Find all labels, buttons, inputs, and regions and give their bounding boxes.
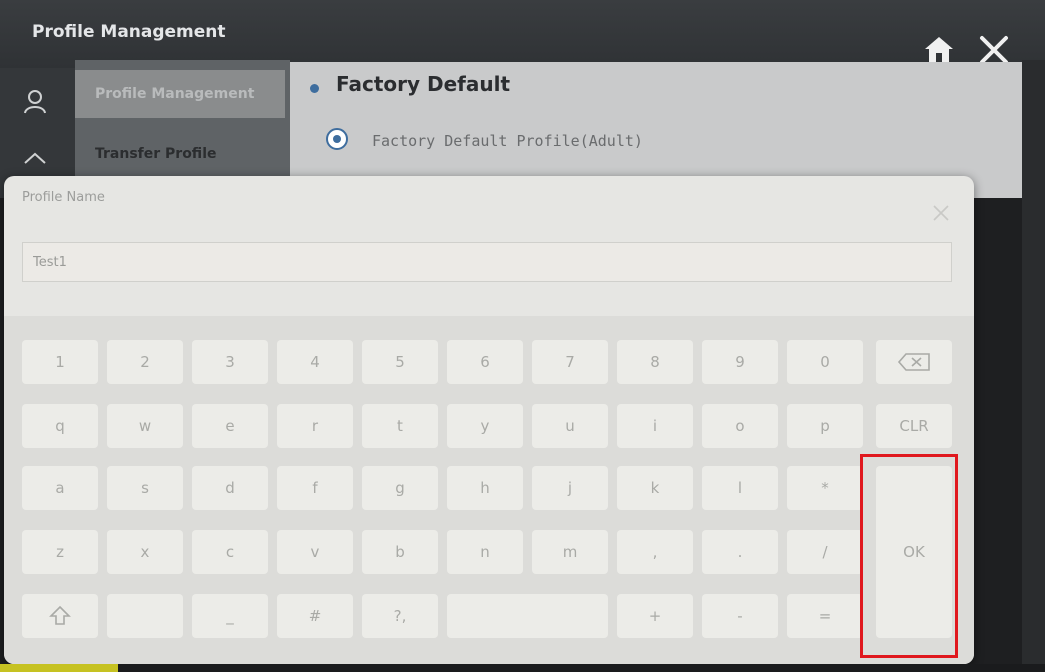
corner-accent: [0, 664, 118, 672]
home-icon[interactable]: [922, 34, 956, 64]
key-m[interactable]: m: [532, 530, 608, 574]
backspace-icon: [897, 353, 930, 371]
key-o[interactable]: o: [702, 404, 778, 448]
key-underscore[interactable]: _: [192, 594, 268, 638]
key-a[interactable]: a: [22, 466, 98, 510]
shift-icon: [49, 605, 71, 625]
factory-default-option-label[interactable]: Factory Default Profile(Adult): [372, 132, 643, 150]
key-asterisk[interactable]: *: [787, 466, 863, 510]
key-z[interactable]: z: [22, 530, 98, 574]
dialog-title: Profile Name: [22, 190, 105, 205]
key-y[interactable]: y: [447, 404, 523, 448]
key-p[interactable]: p: [787, 404, 863, 448]
section-title: Factory Default: [336, 72, 511, 96]
backspace-key[interactable]: [876, 340, 952, 384]
app-header: Profile Management: [0, 0, 1045, 68]
key-x[interactable]: x: [107, 530, 183, 574]
key-g[interactable]: g: [362, 466, 438, 510]
key-3[interactable]: 3: [192, 340, 268, 384]
key-6[interactable]: 6: [447, 340, 523, 384]
key-l[interactable]: l: [702, 466, 778, 510]
key-j[interactable]: j: [532, 466, 608, 510]
key-h[interactable]: h: [447, 466, 523, 510]
key-t[interactable]: t: [362, 404, 438, 448]
key-0[interactable]: 0: [787, 340, 863, 384]
shift-key[interactable]: [22, 594, 98, 638]
user-icon[interactable]: [22, 88, 48, 114]
key-s[interactable]: s: [107, 466, 183, 510]
key-q[interactable]: q: [22, 404, 98, 448]
key-minus[interactable]: -: [702, 594, 778, 638]
app-title: Profile Management: [32, 22, 226, 42]
key-hash[interactable]: #: [277, 594, 353, 638]
key-v[interactable]: v: [277, 530, 353, 574]
key-blank[interactable]: [107, 594, 183, 638]
keyboard: 1 2 3 4 5 6 7 8 9 0 q w e r t y u i o p …: [4, 316, 974, 664]
key-plus[interactable]: +: [617, 594, 693, 638]
sidebar-item-profile-management[interactable]: Profile Management: [75, 70, 285, 118]
radio-selected-dot: [333, 135, 341, 143]
side-nav: Profile Management Transfer Profile: [75, 60, 290, 190]
key-equals[interactable]: =: [787, 594, 863, 638]
dialog-close-icon[interactable]: [930, 202, 952, 224]
key-w[interactable]: w: [107, 404, 183, 448]
key-period[interactable]: .: [702, 530, 778, 574]
key-c[interactable]: c: [192, 530, 268, 574]
key-k[interactable]: k: [617, 466, 693, 510]
section-bullet: [310, 84, 319, 93]
profile-name-dialog: Profile Name 1 2 3 4 5 6 7 8 9 0 q w e r…: [4, 176, 974, 664]
key-8[interactable]: 8: [617, 340, 693, 384]
key-4[interactable]: 4: [277, 340, 353, 384]
key-slash[interactable]: /: [787, 530, 863, 574]
right-edge: [1022, 60, 1045, 672]
key-f[interactable]: f: [277, 466, 353, 510]
key-question-comma[interactable]: ?,: [362, 594, 438, 638]
key-b[interactable]: b: [362, 530, 438, 574]
factory-default-radio[interactable]: [326, 128, 348, 150]
key-d[interactable]: d: [192, 466, 268, 510]
profile-name-input[interactable]: [22, 242, 952, 282]
key-r[interactable]: r: [277, 404, 353, 448]
key-9[interactable]: 9: [702, 340, 778, 384]
ok-highlight-box: [860, 454, 958, 658]
key-i[interactable]: i: [617, 404, 693, 448]
bottom-strip: [0, 664, 1045, 672]
key-u[interactable]: u: [532, 404, 608, 448]
key-n[interactable]: n: [447, 530, 523, 574]
key-e[interactable]: e: [192, 404, 268, 448]
house-outline-icon[interactable]: [22, 150, 48, 176]
key-5[interactable]: 5: [362, 340, 438, 384]
clear-key[interactable]: CLR: [876, 404, 952, 448]
key-1[interactable]: 1: [22, 340, 98, 384]
key-7[interactable]: 7: [532, 340, 608, 384]
space-key[interactable]: [447, 594, 608, 638]
sidebar-item-transfer-profile[interactable]: Transfer Profile: [75, 130, 285, 178]
key-2[interactable]: 2: [107, 340, 183, 384]
key-comma[interactable]: ,: [617, 530, 693, 574]
